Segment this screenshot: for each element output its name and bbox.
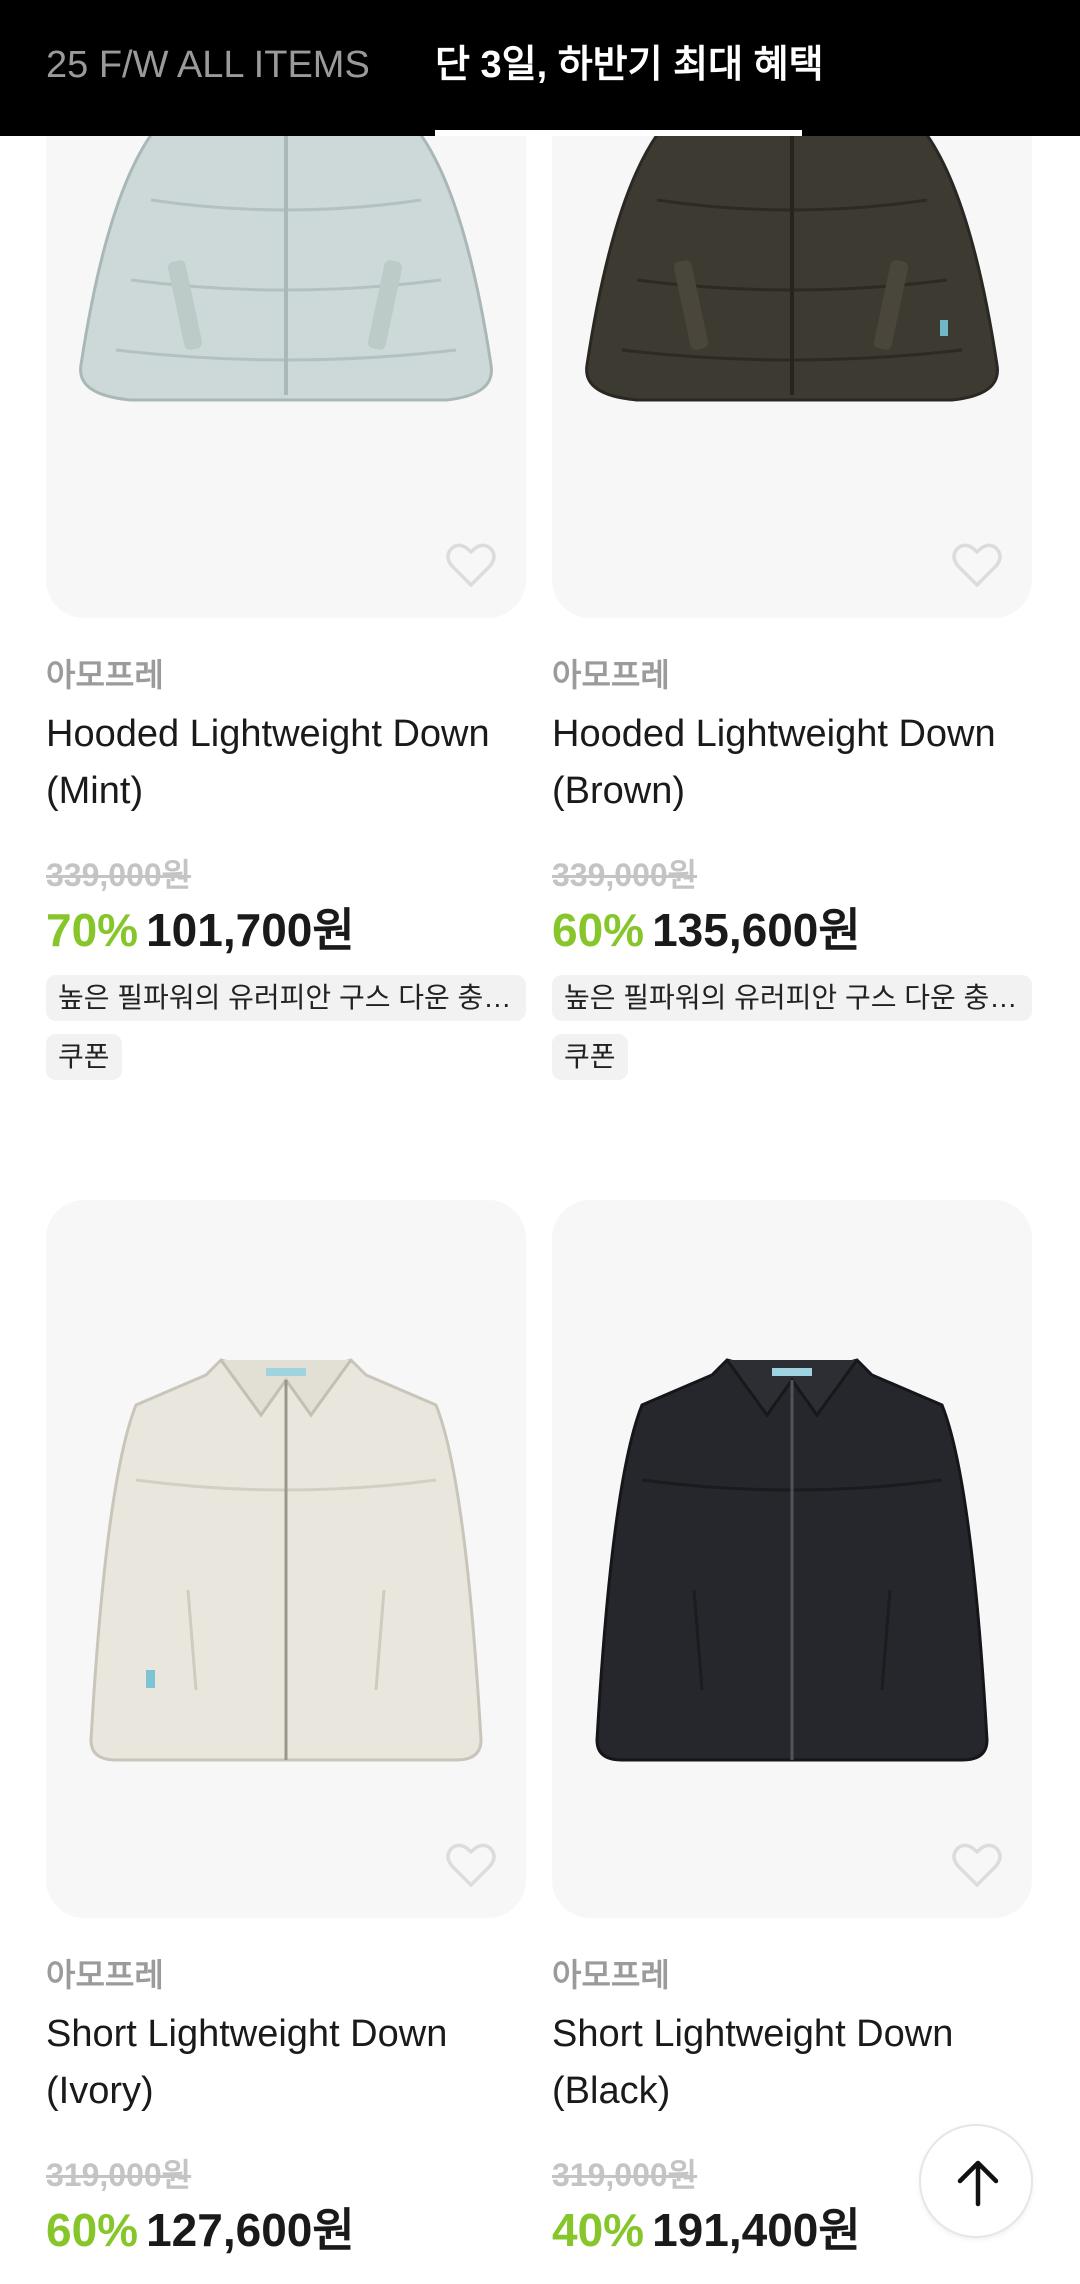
brand-name: 아모프레	[46, 1957, 164, 1993]
price-line: 60% 127,600원	[46, 2194, 355, 2260]
sale-price: 135,600원	[652, 904, 861, 956]
coupon-badge: 쿠폰	[552, 1034, 628, 1080]
product-name[interactable]: Hooded Lightweight Down (Brown)	[552, 706, 1032, 820]
short-down-jacket-image	[595, 1358, 989, 1762]
description-chip: 높은 필파워의 유러피안 구스 다운 충전재를 사용한 경량 후드 다운	[46, 975, 526, 1021]
description-chip: 높은 필파워의 유러피안 구스 다운 충전재를 사용한 경량 후드 다운	[552, 975, 1032, 1021]
original-price: 319,000원	[46, 2157, 192, 2193]
sale-price: 127,600원	[146, 2204, 355, 2256]
brand-name: 아모프레	[46, 657, 164, 693]
price-line: 40% 191,400원	[552, 2194, 861, 2260]
heart-outline-icon[interactable]	[952, 1842, 1002, 1888]
tab-all-items[interactable]: 25 F/W ALL ITEMS	[46, 0, 370, 136]
heart-outline-icon[interactable]	[952, 542, 1002, 588]
price-line: 70% 101,700원	[46, 894, 355, 960]
sale-price: 101,700원	[146, 904, 355, 956]
heart-outline-icon[interactable]	[446, 1842, 496, 1888]
heart-outline-icon[interactable]	[446, 542, 496, 588]
product-image[interactable]	[552, 1200, 1032, 1918]
brand-name: 아모프레	[552, 657, 670, 693]
product-image[interactable]	[46, 1200, 526, 1918]
original-price: 319,000원	[552, 2157, 698, 2193]
sale-price: 191,400원	[652, 2204, 861, 2256]
discount-rate: 40%	[552, 2204, 645, 2256]
short-down-jacket-image	[89, 1358, 483, 1762]
original-price: 339,000원	[552, 857, 698, 893]
discount-rate: 60%	[552, 904, 645, 956]
price-line: 60% 135,600원	[552, 894, 861, 960]
product-name[interactable]: Hooded Lightweight Down (Mint)	[46, 706, 526, 820]
active-tab-indicator	[435, 130, 802, 136]
tab-promotion[interactable]: 단 3일, 하반기 최대 혜택	[435, 0, 824, 136]
discount-rate: 60%	[46, 2204, 139, 2256]
top-tab-bar: 25 F/W ALL ITEMS 단 3일, 하반기 최대 혜택	[0, 0, 1080, 136]
coupon-badge: 쿠폰	[46, 1034, 122, 1080]
scroll-to-top-button[interactable]	[919, 2124, 1033, 2238]
arrow-up-icon	[957, 2160, 999, 2207]
brand-name: 아모프레	[552, 1957, 670, 1993]
discount-rate: 70%	[46, 904, 139, 956]
product-name[interactable]: Short Lightweight Down (Ivory)	[46, 2006, 526, 2120]
original-price: 339,000원	[46, 857, 192, 893]
product-name[interactable]: Short Lightweight Down (Black)	[552, 2006, 1032, 2120]
